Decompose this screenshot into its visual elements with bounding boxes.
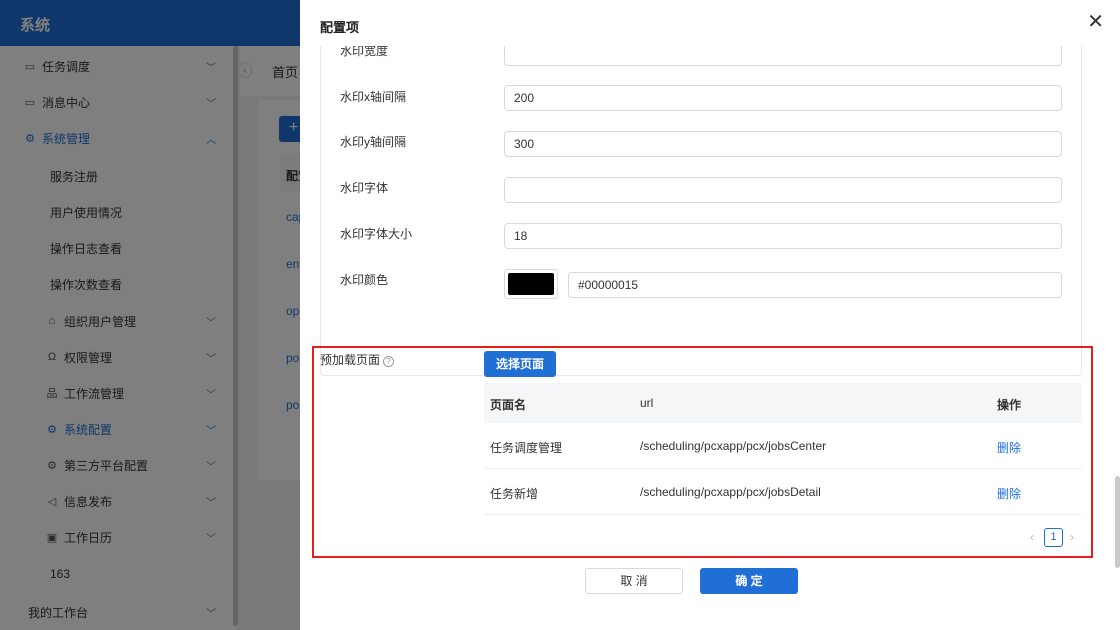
watermark-color-input[interactable]: #00000015 [568,272,1062,298]
watermark-width-input[interactable] [504,46,1062,66]
config-drawer: 配置项 ✕ 水印宽度 水印x轴间隔 200 水印y轴间隔 300 水印字体 水印… [300,0,1120,630]
field-label: 水印y轴间隔 [340,135,407,149]
close-icon[interactable]: ✕ [1087,12,1104,32]
table-row: 任务新增 /scheduling/pcxapp/pcx/jobsDetail 删… [484,469,1082,515]
page-name-cell: 任务新增 [490,487,539,501]
watermark-y-gap-input[interactable]: 300 [504,131,1062,157]
drawer-title: 配置项 [320,20,360,35]
watermark-x-gap-input[interactable]: 200 [504,85,1062,111]
page-number-current[interactable]: 1 [1044,528,1063,547]
table-row: 任务调度管理 /scheduling/pcxapp/pcx/jobsCenter… [484,423,1082,469]
delete-link[interactable]: 删除 [997,485,1021,502]
watermark-font-size-input[interactable]: 18 [504,223,1062,249]
url-cell: /scheduling/pcxapp/pcx/jobsCenter [640,439,827,453]
column-header-url: url [640,396,654,410]
field-label: 水印宽度 [340,46,389,58]
confirm-button[interactable]: 确 定 [700,568,798,594]
column-header-name: 页面名 [490,398,527,412]
color-swatch [508,273,554,295]
color-picker[interactable] [504,269,558,299]
drawer-body: 水印宽度 水印x轴间隔 200 水印y轴间隔 300 水印字体 水印字体大小 1… [300,46,1120,630]
field-label: 水印颜色 [340,273,389,287]
prev-page-icon[interactable]: ‹ [1030,530,1034,544]
drawer-scrollbar[interactable] [1115,476,1120,568]
watermark-font-input[interactable] [504,177,1062,203]
next-page-icon[interactable]: › [1070,530,1074,544]
url-cell: /scheduling/pcxapp/pcx/jobsDetail [640,485,821,499]
cancel-button[interactable]: 取 消 [585,568,683,594]
preload-label-text: 预加载页面 [320,353,381,367]
modal-overlay[interactable] [0,0,300,630]
field-label: 水印字体 [340,181,389,195]
field-label: 水印字体大小 [340,227,413,241]
preload-pages-label: 预加载页面? [320,351,395,368]
column-header-action: 操作 [997,398,1022,412]
delete-link[interactable]: 删除 [997,439,1021,456]
preload-table-header: 页面名 url 操作 [484,383,1082,423]
question-icon[interactable]: ? [383,356,395,367]
pagination: ‹ 1 › [1026,528,1082,548]
page-name-cell: 任务调度管理 [490,441,563,455]
field-label: 水印x轴间隔 [340,90,407,104]
select-page-button[interactable]: 选择页面 [484,351,556,377]
